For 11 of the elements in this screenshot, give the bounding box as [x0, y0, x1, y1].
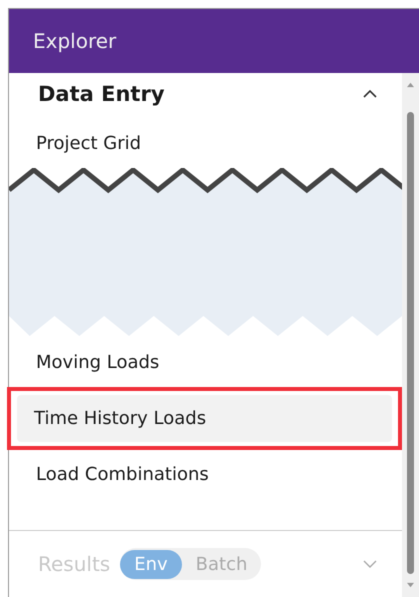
panel-title: Explorer	[33, 29, 116, 53]
tree-item[interactable]: Moving Loads	[19, 346, 392, 379]
tree-item[interactable]: Project Grid	[19, 127, 392, 160]
tree-item[interactable]: Load Combinations	[19, 458, 392, 491]
scroll-thumb[interactable]	[407, 112, 414, 574]
tree-item[interactable]: Time History Loads	[17, 395, 392, 442]
collapse-caret-icon[interactable]	[362, 89, 378, 99]
section-title: Data Entry	[38, 82, 165, 106]
scroll-up-icon[interactable]	[406, 81, 415, 88]
scroll-down-icon[interactable]	[406, 582, 415, 589]
scrollbar[interactable]	[402, 73, 419, 597]
